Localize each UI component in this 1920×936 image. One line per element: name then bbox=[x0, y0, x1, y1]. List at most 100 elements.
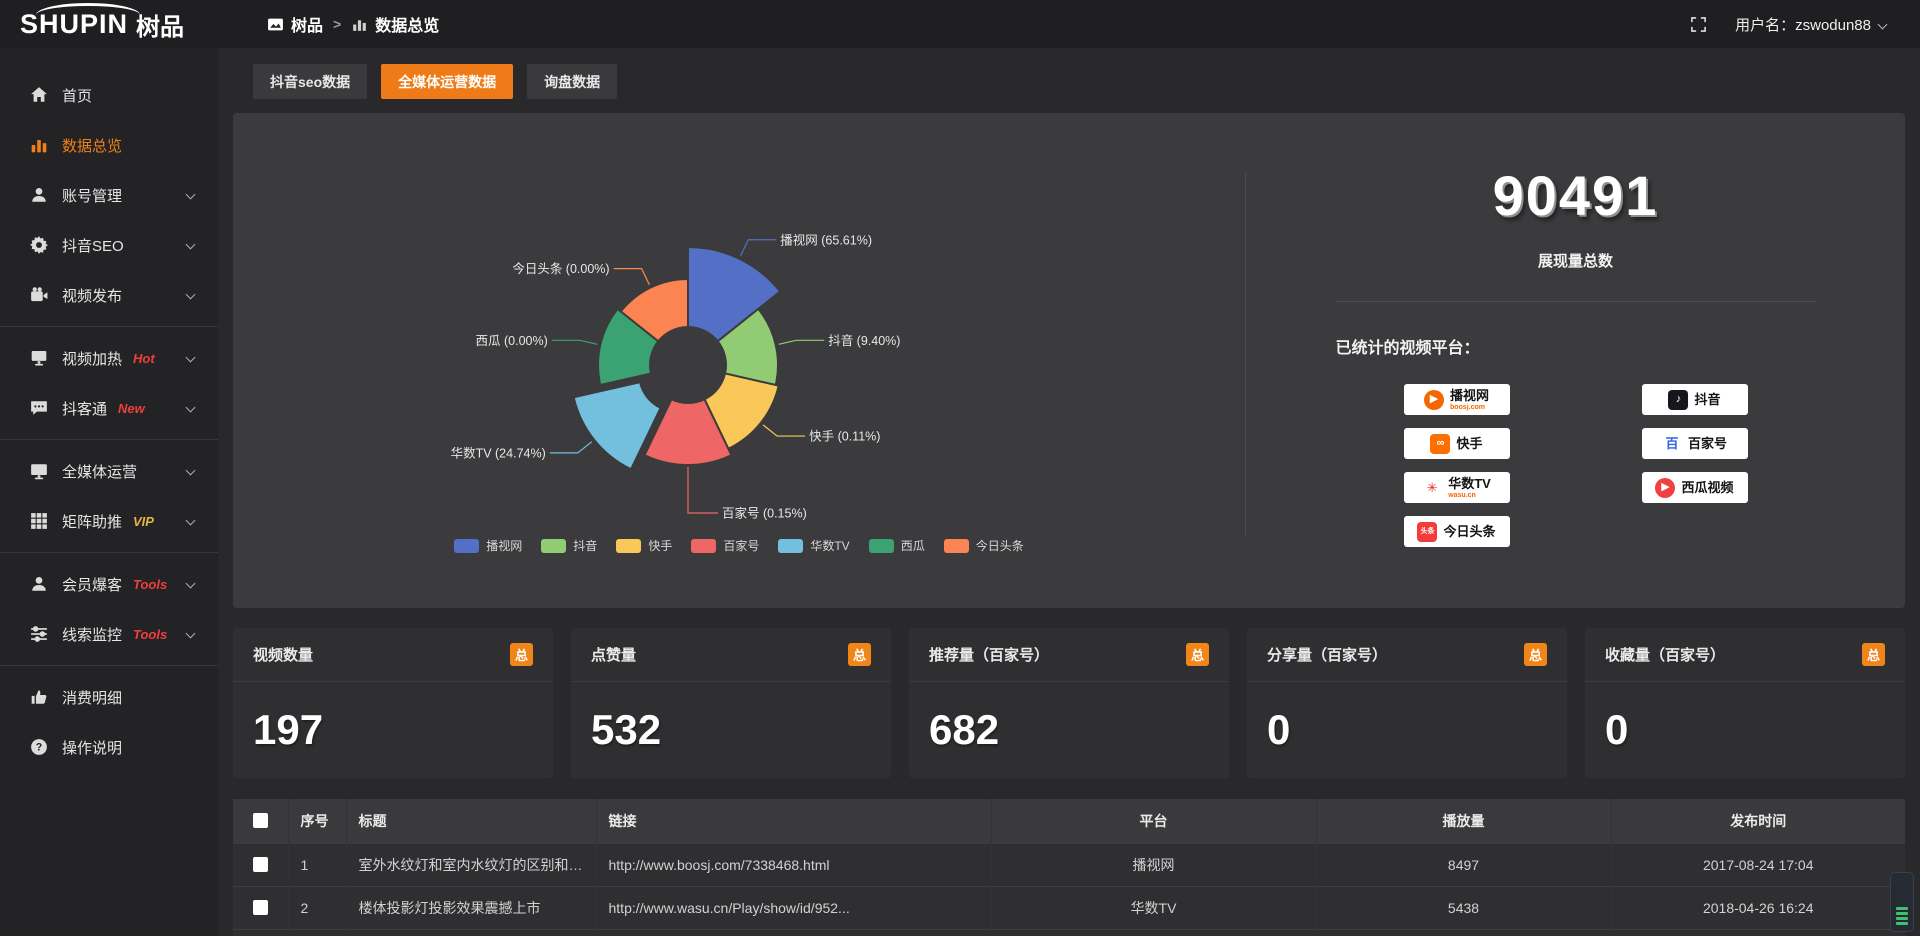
total-badge[interactable]: 总 bbox=[1862, 643, 1885, 666]
sidebar-item-grid[interactable]: 矩阵助推VIP bbox=[0, 496, 218, 546]
breadcrumb: 树品 > 数据总览 bbox=[267, 12, 439, 36]
chevron-down-icon bbox=[186, 190, 196, 200]
sidebar-item-heat[interactable]: 视频加热Hot bbox=[0, 333, 218, 383]
row-title[interactable]: 室外水纹灯和室内水纹灯的区别和简介 bbox=[346, 843, 596, 886]
widget-bar bbox=[1896, 917, 1908, 920]
row-link[interactable]: http://www.wasu.cn/Play/show/id/952... bbox=[596, 886, 991, 929]
row-checkbox[interactable] bbox=[253, 900, 268, 915]
platform-badge-name: 今日头条 bbox=[1443, 525, 1495, 538]
legend-item-1[interactable]: 抖音 bbox=[541, 537, 597, 554]
widget-bar bbox=[1896, 912, 1908, 915]
sidebar-item-label: 首页 bbox=[62, 85, 92, 106]
sidebar-item-publish[interactable]: 视频发布 bbox=[0, 270, 218, 320]
sidebar-item-filter[interactable]: 线索监控Tools bbox=[0, 609, 218, 659]
sidebar-item-chart[interactable]: 数据总览 bbox=[0, 120, 218, 170]
tab-抖音seo数据[interactable]: 抖音seo数据 bbox=[253, 64, 367, 99]
sidebar-item-chat[interactable]: 抖客通New bbox=[0, 383, 218, 433]
chevron-down-icon bbox=[186, 466, 196, 476]
top-header: SHUPIN 树品 树品 > 数据总览 用户名：zswodun88 bbox=[0, 0, 1920, 48]
logo-arc bbox=[36, 3, 140, 15]
total-badge[interactable]: 总 bbox=[1186, 643, 1209, 666]
sidebar-item-gear[interactable]: 抖音SEO bbox=[0, 220, 218, 270]
legend-item-3[interactable]: 百家号 bbox=[691, 537, 759, 554]
tab-询盘数据[interactable]: 询盘数据 bbox=[527, 64, 617, 99]
image-icon bbox=[267, 16, 284, 33]
pie-label: 播视网 (65.61%) bbox=[780, 232, 872, 247]
sidebar-item-label: 操作说明 bbox=[62, 737, 122, 758]
sidebar-item-monitor[interactable]: 全媒体运营 bbox=[0, 446, 218, 496]
legend-swatch bbox=[778, 539, 803, 553]
row-checkbox[interactable] bbox=[253, 857, 268, 872]
bar-chart-icon bbox=[351, 16, 368, 33]
row-time: 2018-04-26 16:24 bbox=[1611, 886, 1905, 929]
app-logo[interactable]: SHUPIN 树品 bbox=[0, 7, 218, 42]
total-badge[interactable]: 总 bbox=[1524, 643, 1547, 666]
legend-swatch bbox=[944, 539, 969, 553]
svg-text:?: ? bbox=[36, 742, 43, 754]
platform-badge-text: 抖音 bbox=[1694, 393, 1720, 406]
legend-item-2[interactable]: 快手 bbox=[616, 537, 672, 554]
stat-card-2: 推荐量（百家号） 总 682 bbox=[909, 628, 1229, 778]
chevron-down-icon bbox=[186, 629, 196, 639]
home-icon bbox=[30, 86, 48, 104]
member-icon bbox=[30, 575, 48, 593]
stat-card-title: 推荐量（百家号） bbox=[929, 644, 1049, 665]
row-platform: 华数TV bbox=[991, 886, 1316, 929]
row-no: 1 bbox=[288, 843, 346, 886]
breadcrumb-current: 数据总览 bbox=[351, 12, 439, 36]
col-header-time: 发布时间 bbox=[1611, 799, 1905, 843]
sidebar-divider bbox=[0, 439, 218, 440]
user-menu[interactable]: 用户名：zswodun88 bbox=[1735, 14, 1886, 35]
legend-swatch bbox=[616, 539, 641, 553]
stat-card-header: 推荐量（百家号） 总 bbox=[909, 628, 1229, 682]
fullscreen-icon[interactable] bbox=[1690, 16, 1707, 33]
platform-badge-text: 快手 bbox=[1456, 437, 1482, 450]
platform-badge-name: 快手 bbox=[1456, 437, 1482, 450]
legend-item-6[interactable]: 今日头条 bbox=[944, 537, 1024, 554]
legend-item-0[interactable]: 播视网 bbox=[454, 537, 522, 554]
sidebar-divider bbox=[0, 326, 218, 327]
grid-icon bbox=[30, 512, 48, 530]
breadcrumb-root[interactable]: 树品 bbox=[267, 12, 323, 36]
tab-全媒体运营数据[interactable]: 全媒体运营数据 bbox=[381, 64, 513, 99]
select-all-checkbox[interactable] bbox=[253, 813, 268, 828]
header-right: 用户名：zswodun88 bbox=[1690, 14, 1920, 35]
sidebar-item-user[interactable]: 账号管理 bbox=[0, 170, 218, 220]
sidebar-item-help[interactable]: ? 操作说明 bbox=[0, 722, 218, 772]
legend-item-4[interactable]: 华数TV bbox=[778, 537, 849, 554]
chevron-down-icon bbox=[186, 353, 196, 363]
legend-swatch bbox=[869, 539, 894, 553]
sidebar-item-member[interactable]: 会员爆客Tools bbox=[0, 559, 218, 609]
pie-label: 华数TV (24.74%) bbox=[451, 445, 546, 460]
stub-cell bbox=[596, 929, 991, 936]
col-header-title: 标题 bbox=[346, 799, 596, 843]
sidebar-item-thumb[interactable]: 消费明细 bbox=[0, 672, 218, 722]
sidebar-item-label: 视频加热 bbox=[62, 348, 122, 369]
legend-item-5[interactable]: 西瓜 bbox=[869, 537, 925, 554]
row-title[interactable]: 楼体投影灯投影效果震撼上市 bbox=[346, 886, 596, 929]
sidebar: 首页数据总览账号管理抖音SEO视频发布视频加热Hot抖客通New全媒体运营矩阵助… bbox=[0, 48, 218, 936]
stub-cell bbox=[288, 929, 346, 936]
total-badge[interactable]: 总 bbox=[848, 643, 871, 666]
platform-badges-right: ♪抖音百百家号▶西瓜视频 bbox=[1642, 384, 1748, 547]
platform-badge-name: 百家号 bbox=[1688, 437, 1727, 450]
floating-widget[interactable] bbox=[1890, 872, 1914, 932]
sidebar-divider bbox=[0, 552, 218, 553]
platform-badge-华数TV: ✳华数TVwasu.cn bbox=[1404, 472, 1510, 503]
legend-label: 抖音 bbox=[573, 537, 597, 554]
西瓜视频-logo-icon: ▶ bbox=[1655, 478, 1675, 498]
total-badge[interactable]: 总 bbox=[510, 643, 533, 666]
platform-badge-name: 华数TV bbox=[1448, 477, 1491, 490]
widget-bar bbox=[1896, 922, 1908, 925]
pie-label: 西瓜 (0.00%) bbox=[476, 334, 548, 348]
data-tabs: 抖音seo数据全媒体运营数据询盘数据 bbox=[253, 64, 1920, 99]
chevron-down-icon bbox=[186, 290, 196, 300]
legend-swatch bbox=[691, 539, 716, 553]
pie-label-line bbox=[552, 340, 598, 344]
sidebar-item-home[interactable]: 首页 bbox=[0, 70, 218, 120]
sidebar-item-label: 矩阵助推 bbox=[62, 511, 122, 532]
row-link[interactable]: http://www.boosj.com/7338468.html bbox=[596, 843, 991, 886]
platform-badge-百家号: 百百家号 bbox=[1642, 428, 1748, 459]
impressions-total-value: 90491 bbox=[1493, 163, 1659, 228]
stat-card-value: 682 bbox=[909, 682, 1229, 778]
